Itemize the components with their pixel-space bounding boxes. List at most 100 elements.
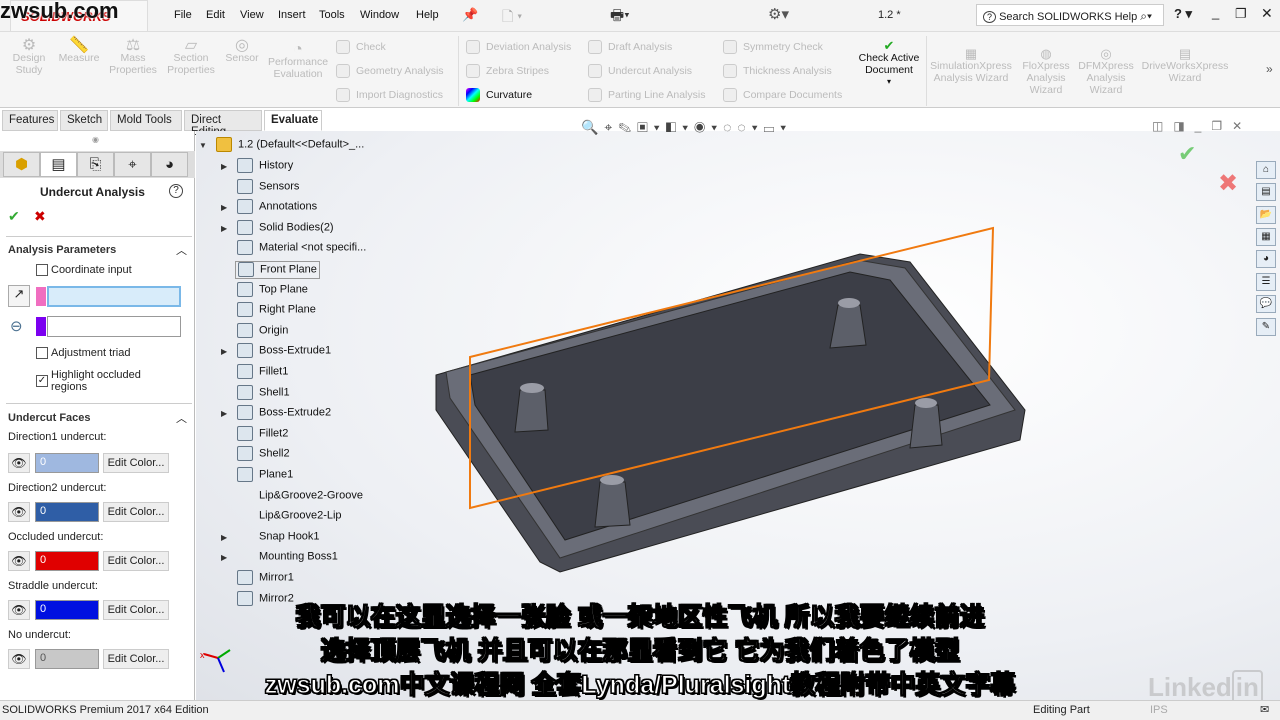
performance-evaluation-button[interactable]: ◔ Performance Evaluation [264,42,332,81]
plane-reference-field[interactable] [47,316,181,337]
tab-mold-tools[interactable]: Mold Tools [110,110,182,131]
expand-arrow-icon[interactable]: ▶ [221,553,227,562]
zebra-stripes-button[interactable]: Zebra Stripes [466,64,549,78]
direction1-edit-color-button[interactable]: Edit Color... [103,453,169,473]
new-document-icon[interactable]: 🗋 ▾ [502,6,522,30]
view-palette-icon[interactable]: ▦ [1256,228,1276,246]
gear-icon[interactable]: ⚙▾ [768,5,789,23]
property-manager-tab[interactable]: ▤ [40,152,77,177]
measure-button[interactable]: 📏 Measure [56,38,102,65]
tab-direct-editing[interactable]: Direct Editing [184,110,262,138]
expand-arrow-icon[interactable]: ▶ [221,162,227,171]
help-icon[interactable]: ? [169,184,183,198]
check-button[interactable]: Check [336,40,386,54]
custom-properties-icon[interactable]: ☰ [1256,273,1276,291]
undercut-faces-header[interactable]: Undercut Faces [8,412,91,424]
tree-item-sensors[interactable]: Sensors [237,178,299,197]
undercut-analysis-button[interactable]: Undercut Analysis [588,64,692,78]
viewport-window-controls[interactable]: ◫◨_❐✕ [1152,119,1252,133]
collapse-chevron-icon[interactable]: ︿ [176,410,187,426]
draft-analysis-button[interactable]: Draft Analysis [588,40,672,54]
mass-properties-button[interactable]: ⚖ Mass Properties [108,38,158,77]
highlight-occluded-checkbox[interactable]: ✓ [36,375,48,387]
tree-item-annotations[interactable]: Annotations [237,199,317,217]
menu-tools[interactable]: Tools [319,9,345,21]
parting-line-analysis-button[interactable]: Parting Line Analysis [588,88,705,102]
help-icon[interactable]: ? ▾ [1174,6,1192,22]
ribbon-overflow-icon[interactable]: » [1266,62,1273,76]
menu-file[interactable]: File [174,9,192,21]
search-box[interactable]: ? Search SOLIDWORKS Help ⌕▾ [976,4,1164,26]
expand-arrow-icon[interactable]: ▶ [221,203,227,212]
expand-arrow-icon[interactable]: ▶ [221,409,227,418]
display-manager-tab[interactable]: ◕ [151,152,188,177]
menu-view[interactable]: View [240,9,264,21]
driveworksxpress-button[interactable]: ▤ DriveWorksXpress Wizard [1140,47,1230,84]
import-diagnostics-button[interactable]: Import Diagnostics [336,88,443,102]
geometry-analysis-button[interactable]: Geometry Analysis [336,64,444,78]
tab-sketch[interactable]: Sketch [60,110,108,131]
direction-reference-field[interactable] [47,286,181,307]
eye-icon[interactable]: 👁 [8,502,30,522]
tree-item-top-plane[interactable]: Top Plane [237,281,308,300]
file-explorer-icon[interactable]: 📂 [1256,206,1276,224]
direction-arrow-icon[interactable]: ↗ [8,285,30,307]
tree-item-fillet2[interactable]: Fillet2 [237,425,288,444]
deviation-analysis-button[interactable]: Deviation Analysis [466,40,571,54]
menu-edit[interactable]: Edit [206,9,225,21]
configuration-manager-tab[interactable]: ⎘ [77,152,114,177]
collapse-chevron-icon[interactable]: ︿ [176,242,187,258]
tab-evaluate[interactable]: Evaluate [264,110,322,131]
coordinate-input-checkbox[interactable] [36,264,48,276]
units-selector[interactable]: IPS [1150,704,1168,716]
expand-arrow-icon[interactable]: ▼ [199,141,207,150]
confirm-ok-icon[interactable]: ✔ [1178,141,1196,167]
appearances-icon[interactable]: ◕ [1256,250,1276,268]
thickness-analysis-button[interactable]: Thickness Analysis [723,64,832,78]
curvature-button[interactable]: Curvature [466,88,532,102]
simulationxpress-button[interactable]: ▦ SimulationXpress Analysis Wizard [930,47,1012,84]
section-properties-button[interactable]: ▱ Section Properties [163,38,219,77]
home-icon[interactable]: ⌂ [1256,161,1276,179]
tree-item-mirror1[interactable]: Mirror1 [237,570,294,588]
expand-arrow-icon[interactable]: ▶ [221,224,227,233]
dimxpert-manager-tab[interactable]: ⌖ [114,152,151,177]
feature-manager-tab[interactable]: ⬢ [3,152,40,177]
ok-check-icon[interactable]: ✔ [8,208,20,225]
tree-item-boss-extrude2[interactable]: Boss-Extrude2 [237,405,331,423]
close-button[interactable]: ✕ [1261,5,1273,22]
design-study-button[interactable]: ⚙ Design Study [8,38,50,77]
confirm-cancel-icon[interactable]: ✖ [1218,169,1238,198]
check-active-document-button[interactable]: ✔ Check Active Document ▾ [856,39,922,88]
panel-splitter-handle[interactable]: ◉ [92,135,99,144]
tree-item-front-plane[interactable]: Front Plane [235,261,320,279]
design-library-icon[interactable]: ▤ [1256,183,1276,201]
search-input[interactable]: Search SOLIDWORKS Help [999,11,1137,23]
tree-item-fillet1[interactable]: Fillet1 [237,364,288,382]
tab-features[interactable]: Features [2,110,58,131]
tree-item-shell1[interactable]: Shell1 [237,384,290,403]
tree-item-shell2[interactable]: Shell2 [237,446,290,464]
tree-item-plane1[interactable]: Plane1 [237,467,293,485]
expand-arrow-icon[interactable]: ▶ [221,533,227,542]
minimize-button[interactable]: _ [1212,5,1219,20]
search-icon[interactable]: ⌕▾ [1140,9,1152,23]
print-icon[interactable]: 🖶▾ [610,5,630,30]
dfmxpress-button[interactable]: ◎ DFMXpress Analysis Wizard [1078,47,1134,96]
quick-tips-icon[interactable]: ✉ [1260,703,1269,716]
tree-item-boss-extrude1[interactable]: Boss-Extrude1 [237,343,331,361]
cancel-x-icon[interactable]: ✖ [34,208,46,225]
tree-root[interactable]: 1.2 (Default<<Default>_... [216,137,364,155]
menu-window[interactable]: Window [360,9,399,21]
symmetry-check-button[interactable]: Symmetry Check [723,40,823,54]
expand-arrow-icon[interactable]: ▶ [221,347,227,356]
restore-button[interactable]: ❐ [1235,6,1247,22]
adjustment-triad-checkbox[interactable] [36,347,48,359]
forum-icon[interactable]: 💬 [1256,295,1276,313]
tree-item-snap-hook1[interactable]: Snap Hook1 [237,529,320,547]
eye-icon[interactable]: 👁 [8,551,30,571]
heads-up-view-toolbar[interactable]: 🔍⌖✎▣▾◧▾◉▾◌◌▾▭▾ [581,119,792,136]
occluded-edit-color-button[interactable]: Edit Color... [103,551,169,571]
sensor-button[interactable]: ◎ Sensor [222,38,262,65]
compare-documents-button[interactable]: Compare Documents [723,88,842,102]
